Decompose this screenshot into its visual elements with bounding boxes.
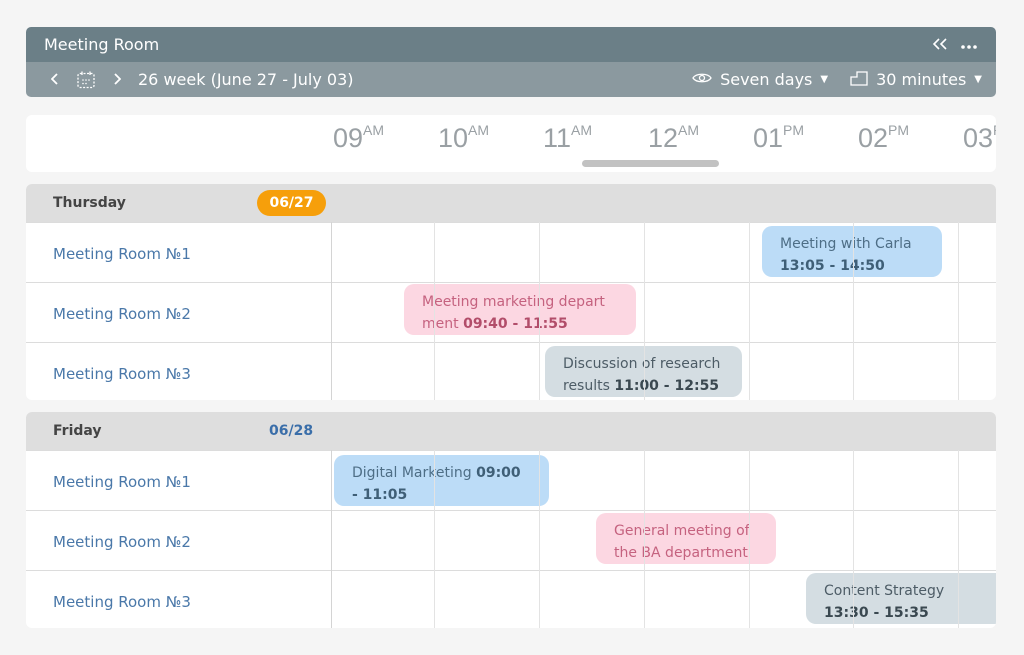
grid-line bbox=[539, 450, 540, 628]
step-icon bbox=[850, 70, 868, 90]
room-label: Meeting Room №1 bbox=[53, 473, 191, 491]
time-label: 03PM bbox=[963, 122, 996, 153]
day-name: Thursday bbox=[53, 195, 126, 211]
grid-line bbox=[644, 222, 645, 400]
today-date-badge: 06/27 bbox=[257, 190, 326, 216]
scheduler-header: Meeting Room 26 week (June 27 - July 03) bbox=[26, 27, 996, 97]
week-label: 26 week (June 27 - July 03) bbox=[138, 70, 354, 89]
horizontal-scrollbar[interactable] bbox=[582, 160, 719, 167]
view-dropdown-label: Seven days bbox=[720, 70, 813, 89]
view-dropdown[interactable]: Seven days ▼ bbox=[692, 70, 828, 89]
step-dropdown-label: 30 minutes bbox=[876, 70, 967, 89]
room-label: Meeting Room №3 bbox=[53, 365, 191, 383]
more-icon[interactable] bbox=[960, 36, 978, 54]
time-label: 12AM bbox=[648, 122, 700, 153]
title-bar: Meeting Room bbox=[26, 27, 996, 62]
prev-week-button[interactable] bbox=[48, 71, 62, 89]
day-section-thursday: Thursday 06/27 Meeting Room №1 Meeting R… bbox=[26, 184, 996, 400]
time-label: 11AM bbox=[543, 122, 593, 153]
day-name: Friday bbox=[53, 423, 102, 439]
grid-line bbox=[331, 222, 332, 400]
event-card[interactable]: Content Strategy 13:30 - 15:35 bbox=[806, 573, 996, 624]
room-label: Meeting Room №2 bbox=[53, 305, 191, 323]
app-title: Meeting Room bbox=[44, 35, 160, 54]
room-label: Meeting Room №2 bbox=[53, 533, 191, 551]
timeline-header: 09AM 10AM 11AM 12AM 01PM 02PM 03PM bbox=[26, 115, 996, 172]
time-label: 02PM bbox=[858, 122, 910, 153]
event-card[interactable]: Meeting marketing depart ment 09:40 - 11… bbox=[404, 284, 636, 335]
day-date: 06/28 bbox=[269, 423, 314, 439]
room-row[interactable]: Meeting Room №3 bbox=[26, 342, 996, 400]
grid-line bbox=[434, 222, 435, 400]
grid-line bbox=[853, 222, 854, 400]
grid-line bbox=[331, 450, 332, 628]
room-row[interactable]: Meeting Room №2 bbox=[26, 510, 996, 570]
chevron-down-icon: ▼ bbox=[974, 74, 982, 85]
step-dropdown[interactable]: 30 minutes ▼ bbox=[850, 70, 982, 90]
grid-line bbox=[539, 222, 540, 400]
grid-line bbox=[958, 450, 959, 628]
room-label: Meeting Room №1 bbox=[53, 245, 191, 263]
chevron-down-icon: ▼ bbox=[820, 74, 829, 85]
time-label: 01PM bbox=[753, 122, 805, 153]
next-week-button[interactable] bbox=[110, 71, 124, 89]
grid-line bbox=[749, 450, 750, 628]
event-card[interactable]: Meeting with Carla 13:05 - 14:50 bbox=[762, 226, 942, 277]
navigation-bar: 26 week (June 27 - July 03) Seven days ▼… bbox=[26, 62, 996, 97]
collapse-icon[interactable] bbox=[932, 36, 948, 54]
view-controls: Seven days ▼ 30 minutes ▼ bbox=[692, 70, 982, 90]
grid-line bbox=[749, 222, 750, 400]
event-card[interactable]: Digital Marketing 09:00 - 11:05 bbox=[334, 455, 549, 506]
grid-line bbox=[853, 450, 854, 628]
grid-line bbox=[434, 450, 435, 628]
title-actions bbox=[932, 36, 978, 54]
grid-line bbox=[644, 450, 645, 628]
eye-icon bbox=[692, 70, 712, 89]
time-label: 10AM bbox=[438, 122, 490, 153]
grid-line bbox=[958, 222, 959, 400]
day-header: Friday 06/28 bbox=[26, 412, 996, 450]
day-section-friday: Friday 06/28 Meeting Room №1 Meeting Roo… bbox=[26, 412, 996, 628]
time-label: 09AM bbox=[333, 122, 385, 153]
day-header: Thursday 06/27 bbox=[26, 184, 996, 222]
room-label: Meeting Room №3 bbox=[53, 593, 191, 611]
calendar-icon[interactable] bbox=[76, 70, 96, 90]
